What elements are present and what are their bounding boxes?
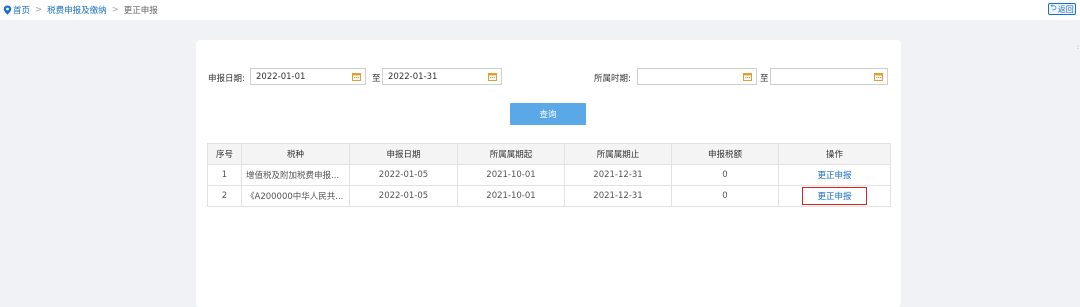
column-header-seq: 序号 <box>207 143 242 165</box>
column-header-tax-type: 税种 <box>241 143 350 165</box>
cell-period-end: 2021-12-31 <box>564 164 672 186</box>
period-to-label: 至 <box>760 74 769 84</box>
query-button[interactable]: 查询 <box>510 103 586 125</box>
cell-period-start: 2021-10-01 <box>457 164 565 186</box>
column-header-tax-amount: 申报税额 <box>671 143 779 165</box>
declare-end-date-value: 2022-01-31 <box>388 71 438 82</box>
column-header-operation: 操作 <box>778 143 891 165</box>
declare-end-date-input[interactable]: 2022-01-31 <box>382 68 502 85</box>
period-start-date-input[interactable] <box>637 68 757 85</box>
return-arrow-icon: ⮌ <box>1050 3 1057 12</box>
correct-declaration-link[interactable]: 更正申报 <box>817 171 851 181</box>
main-panel: 申报日期: 2022-01-01 至 2022-01-31 所属时期: 至 查询… <box>196 40 901 307</box>
correct-declaration-link[interactable]: 更正申报 <box>802 187 867 205</box>
cell-seq: 1 <box>207 164 242 186</box>
cell-tax-type: 增值税及附加税费申报... <box>241 164 350 186</box>
calendar-icon[interactable] <box>352 72 361 81</box>
edge-marker: : <box>1076 44 1079 51</box>
cell-period-start: 2021-10-01 <box>457 185 565 207</box>
cell-period-end: 2021-12-31 <box>564 185 672 207</box>
declare-start-date-value: 2022-01-01 <box>256 71 306 82</box>
cell-seq: 2 <box>207 185 242 207</box>
breadcrumb-separator: > <box>35 5 43 15</box>
calendar-icon[interactable] <box>743 72 752 81</box>
cell-operation: 更正申报 <box>778 185 891 207</box>
breadcrumb-tax-declaration[interactable]: 税费申报及缴纳 <box>47 4 107 16</box>
back-button[interactable]: ⮌ 返回 <box>1048 3 1076 15</box>
cell-tax-type: 《A200000中华人民共... <box>241 185 350 207</box>
calendar-icon[interactable] <box>488 72 497 81</box>
declare-start-date-input[interactable]: 2022-01-01 <box>250 68 366 85</box>
breadcrumb-home[interactable]: 首页 <box>13 4 30 16</box>
cell-declare-date: 2022-01-05 <box>349 164 458 186</box>
period-end-date-input[interactable] <box>770 68 888 85</box>
period-label: 所属时期: <box>594 74 631 84</box>
column-header-period-start: 所属属期起 <box>457 143 565 165</box>
declare-date-to-label: 至 <box>372 74 381 84</box>
column-header-period-end: 所属属期止 <box>564 143 672 165</box>
table-row: 2 《A200000中华人民共... 2022-01-05 2021-10-01… <box>207 185 891 207</box>
back-button-label: 返回 <box>1057 4 1074 14</box>
location-pin-icon <box>3 5 12 15</box>
declare-date-label: 申报日期: <box>208 74 245 84</box>
cell-declare-date: 2022-01-05 <box>349 185 458 207</box>
calendar-icon[interactable] <box>874 72 883 81</box>
cell-tax-amount: 0 <box>671 164 779 186</box>
cell-tax-amount: 0 <box>671 185 779 207</box>
table-row: 1 增值税及附加税费申报... 2022-01-05 2021-10-01 20… <box>207 164 891 186</box>
top-bar: 首页 > 税费申报及缴纳 > 更正申报 ⮌ 返回 <box>0 0 1080 20</box>
breadcrumb-current: 更正申报 <box>123 6 158 16</box>
breadcrumb: 首页 > 税费申报及缴纳 > 更正申报 <box>3 4 158 16</box>
breadcrumb-separator: > <box>111 5 119 15</box>
cell-operation: 更正申报 <box>778 164 891 186</box>
column-header-declare-date: 申报日期 <box>349 143 458 165</box>
declaration-table: 序号 税种 申报日期 所属属期起 所属属期止 申报税额 操作 1 增值税及附加税… <box>207 143 891 207</box>
table-header-row: 序号 税种 申报日期 所属属期起 所属属期止 申报税额 操作 <box>207 143 891 165</box>
